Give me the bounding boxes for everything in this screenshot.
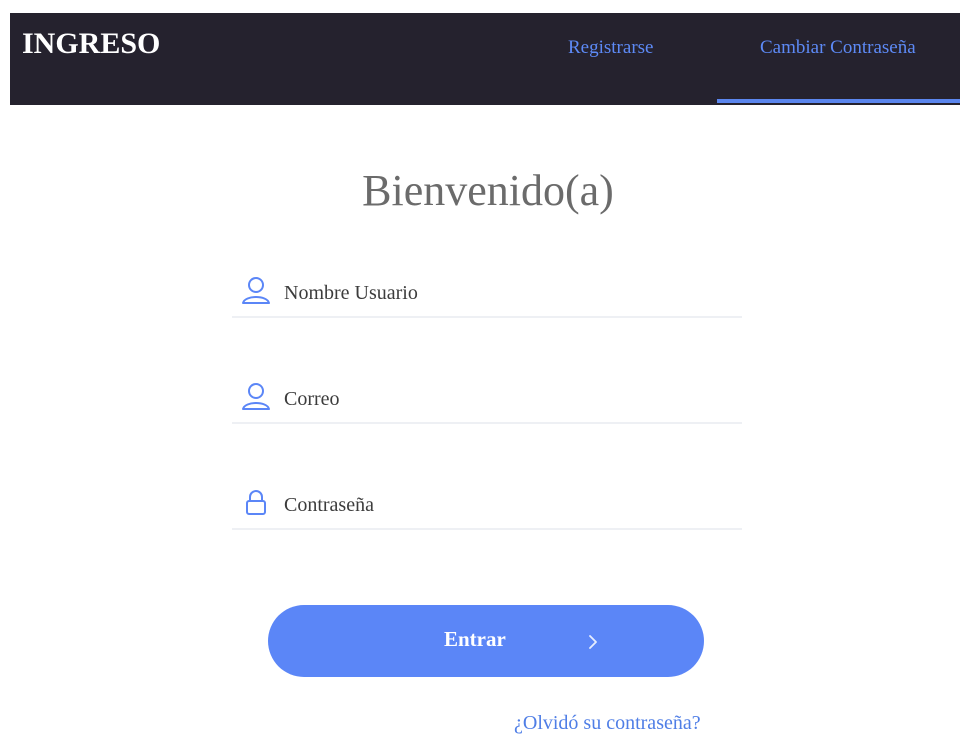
submit-button-label: Entrar (444, 627, 506, 651)
username-field (232, 272, 742, 318)
user-icon (242, 277, 270, 304)
lock-icon (246, 490, 266, 515)
nav-register-link[interactable]: Registrarse (568, 37, 653, 59)
email-field (232, 378, 742, 424)
brand-title: INGRESO (22, 27, 161, 60)
username-input[interactable] (284, 276, 724, 310)
nav-change-password-link[interactable]: Cambiar Contraseña (760, 37, 916, 59)
active-tab-indicator (717, 99, 960, 103)
chevron-right-icon (589, 635, 597, 649)
welcome-title: Bienvenido(a) (362, 166, 614, 215)
password-field (232, 484, 742, 530)
submit-button[interactable]: Entrar (268, 605, 704, 677)
email-input[interactable] (284, 382, 724, 416)
password-input[interactable] (284, 488, 724, 522)
user-icon (242, 383, 270, 410)
login-page: INGRESO Registrarse Cambiar Contraseña B… (0, 0, 960, 738)
top-nav-bar: INGRESO Registrarse Cambiar Contraseña (10, 13, 960, 105)
forgot-password-link[interactable]: ¿Olvidó su contraseña? (514, 712, 701, 735)
